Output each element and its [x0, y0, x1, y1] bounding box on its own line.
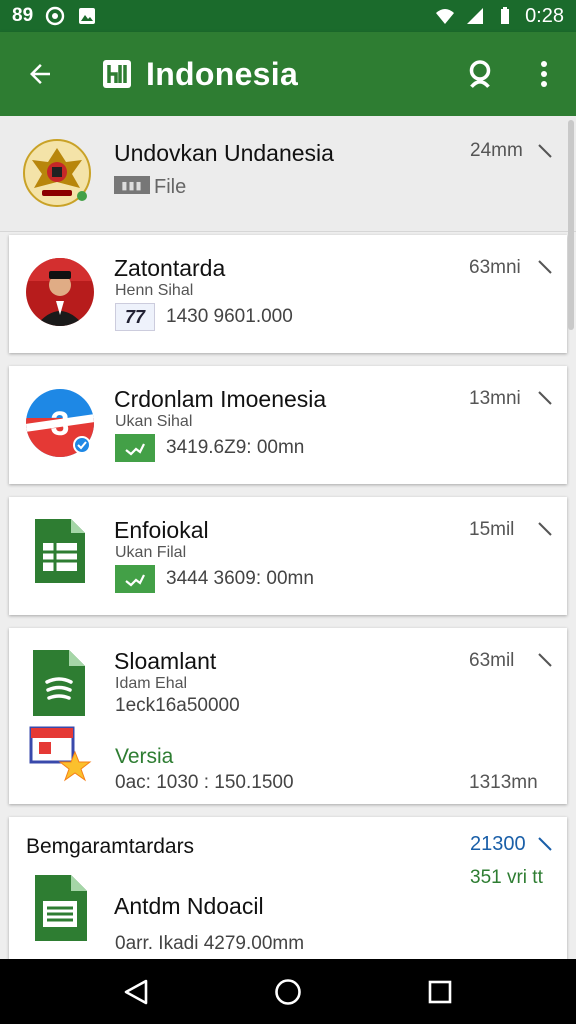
list-item[interactable]: Undovkan Undanesia ▮▮▮ File 24mm: [0, 116, 576, 232]
header-sub: 351 vri tt: [470, 867, 543, 888]
wifi-icon: [436, 9, 455, 24]
item-subtitle: Idam Ehal: [115, 675, 188, 692]
conversation-list: Undovkan Undanesia ▮▮▮ File 24mm Zatonta…: [0, 116, 576, 959]
header-time: 21300: [470, 833, 526, 855]
file-type-icon: ▮▮▮: [114, 176, 150, 194]
image-icon: [79, 8, 96, 24]
sync-icon: [45, 6, 65, 26]
audio-file-icon: [33, 650, 85, 716]
expand-icon[interactable]: [537, 521, 553, 537]
battery-icon: [501, 7, 510, 24]
list-item[interactable]: Enfoiokal Ukan Filal 3444 3609: 00mn 15m…: [9, 497, 567, 615]
handshake-icon: [115, 434, 155, 462]
item-subtitle: Henn Sihal: [115, 282, 194, 299]
item-title: Zatontarda: [114, 255, 226, 281]
section-header: Bemgaramtardars: [26, 835, 195, 858]
expand-icon[interactable]: [537, 390, 553, 406]
scrollbar[interactable]: [568, 120, 574, 330]
version-label: Versia: [115, 745, 174, 768]
emblem-avatar: [23, 139, 91, 207]
back-button[interactable]: [0, 32, 80, 116]
item-subtitle: Ukan Sihal: [115, 413, 193, 430]
item-meta: 1eck16a50000: [115, 695, 240, 716]
item-time: 63mni: [469, 257, 521, 278]
nav-home-button[interactable]: [258, 962, 318, 1022]
calendar-star-icon: [29, 726, 92, 782]
status-text: 89: [12, 5, 34, 26]
spreadsheet-file-icon: [35, 519, 85, 583]
circle-home-icon: [275, 978, 301, 1005]
signal-icon: [467, 8, 484, 24]
expand-icon[interactable]: [537, 143, 553, 159]
list-item[interactable]: Bemgaramtardars 21300 351 vri tt Antdm N…: [9, 817, 567, 959]
app-logo-icon: [103, 60, 131, 88]
overflow-menu-button[interactable]: [512, 32, 576, 116]
channel-avatar: 3: [26, 389, 94, 457]
arrow-back-icon: [30, 64, 50, 84]
item-time: 13mni: [469, 388, 521, 409]
profile-avatar: [26, 258, 94, 326]
item-meta: 0arr. Ikadi 4279.00mm: [115, 933, 305, 954]
status-bar: 89 0:28: [0, 0, 576, 32]
avatar-number: 3: [51, 405, 70, 443]
navigation-bar: [0, 959, 576, 1024]
spreadsheet-file-icon: [35, 875, 87, 941]
list-item[interactable]: Sloamlant Idam Ehal 1eck16a50000 Versia …: [9, 628, 567, 804]
version-meta: 0ac: 1030 : 150.1500: [115, 772, 294, 793]
square-recents-icon: [428, 980, 452, 1003]
item-meta: 1430 9601.000: [166, 306, 293, 327]
nav-recents-button[interactable]: [410, 962, 470, 1022]
item-time: 63mil: [469, 650, 515, 671]
clock: 0:28: [525, 4, 564, 27]
search-icon: [469, 60, 491, 88]
expand-icon[interactable]: [537, 836, 553, 852]
item-subtitle: File: [154, 176, 187, 198]
item-time: 15mil: [469, 519, 515, 540]
handshake-icon: [115, 565, 155, 593]
item-title: Antdm Ndoacil: [114, 893, 264, 919]
item-time: 24mm: [470, 140, 523, 161]
item-title: Undovkan Undanesia: [114, 140, 334, 166]
item-title: Crdonlam Imoenesia: [114, 386, 327, 412]
list-item[interactable]: 3 Crdonlam Imoenesia Ukan Sihal 3419.6Z9…: [9, 366, 567, 484]
item-title: Sloamlant: [114, 648, 217, 674]
app-bar: Indonesia: [0, 32, 576, 116]
item-title: Enfoiokal: [114, 517, 209, 543]
search-button[interactable]: [448, 32, 512, 116]
page-title: Indonesia: [146, 55, 299, 92]
expand-icon[interactable]: [537, 259, 553, 275]
nav-back-button[interactable]: [106, 962, 166, 1022]
item-subtitle: Ukan Filal: [115, 544, 187, 561]
expand-icon[interactable]: [537, 652, 553, 668]
item-meta: 3419.6Z9: 00mn: [166, 437, 305, 458]
triangle-back-icon: [124, 979, 148, 1004]
item-meta: 3444 3609: 00mn: [166, 568, 314, 589]
item-badge: 77: [115, 303, 155, 331]
list-item[interactable]: Zatontarda Henn Sihal 77 1430 9601.000 6…: [9, 235, 567, 353]
more-vert-icon: [541, 61, 547, 87]
version-time: 1313mn: [469, 772, 538, 793]
